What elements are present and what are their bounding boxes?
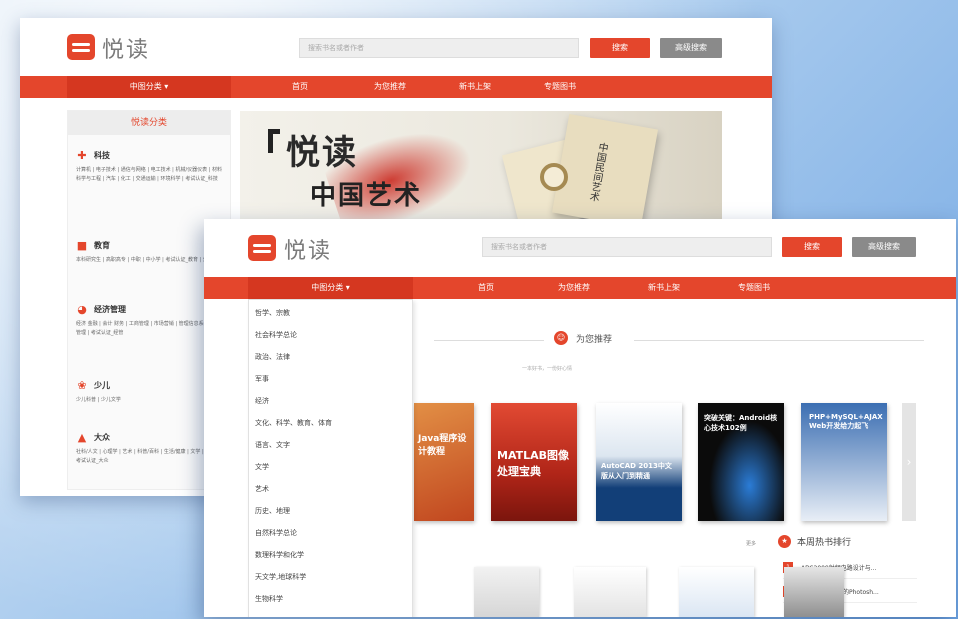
dropdown-item[interactable]: 历史、地理 [255, 502, 290, 520]
flower-icon: ❀ [77, 379, 87, 392]
nav-recommend[interactable]: 为您推荐 [539, 277, 609, 299]
search-button[interactable]: 搜索 [590, 38, 650, 58]
nav-new-books[interactable]: 新书上架 [629, 277, 699, 299]
book-cover[interactable]: PHP+MySQL+AJAX Web开发给力起飞 [801, 403, 887, 521]
book-cover[interactable] [784, 567, 844, 617]
book-icon: ■ [76, 239, 88, 252]
search-input[interactable]: 搜索书名或者作者 [299, 38, 579, 58]
thumb-icon: ☺ [554, 331, 568, 345]
book-cover[interactable] [474, 567, 539, 617]
fire-icon: ★ [778, 535, 791, 548]
divider-left [434, 340, 544, 341]
banner-title: 悦读 [286, 133, 358, 173]
dropdown-item[interactable]: 数理科学和化学 [255, 546, 304, 564]
front-window: 悦读 搜索书名或者作者 搜索 高级搜索 中图分类 ▾ 首页 为您推荐 新书上架 … [204, 219, 956, 617]
search-input[interactable]: 搜索书名或者作者 [482, 237, 772, 257]
hot-books-heading: ★ 本周热书排行 [778, 535, 851, 548]
dropdown-item[interactable]: 文学 [255, 458, 269, 476]
sidebar-title: 悦读分类 [68, 111, 230, 135]
category-education[interactable]: ■ 教育 本科研究生 | 高职高专 | 中职 | 中小学 | 考试认证_教育 | … [76, 239, 224, 265]
dropdown-item[interactable]: 文化、科学、教育、体育 [255, 414, 332, 432]
nav-bar: 中图分类 ▾ 首页 为您推荐 新书上架 专题图书 [204, 277, 956, 299]
logo-icon[interactable] [248, 235, 276, 261]
plus-icon: ✚ [77, 149, 87, 162]
dropdown-item[interactable]: 军事 [255, 370, 269, 388]
nav-new-books[interactable]: 新书上架 [440, 76, 510, 98]
nav-topics[interactable]: 专题图书 [719, 277, 789, 299]
dropdown-item[interactable]: 生物科学 [255, 590, 283, 608]
nav-bar: 中图分类 ▾ 首页 为您推荐 新书上架 专题图书 [20, 76, 772, 98]
book-cover[interactable]: 突破关键：Android核心技术102例 [698, 403, 784, 521]
bracket-mark [268, 129, 280, 153]
header: 悦读 搜索书名或者作者 搜索 高级搜索 [20, 18, 772, 76]
dropdown-item[interactable]: 经济 [255, 392, 269, 410]
category-economics[interactable]: ◕ 经济管理 经济 金融 | 会计 财务 | 工商管理 | 市场营销 | 管理信息… [76, 303, 224, 338]
banner-book-title: 中国民间艺术 [586, 141, 608, 203]
dropdown-item[interactable]: 艺术 [255, 480, 269, 498]
nav-topics[interactable]: 专题图书 [525, 76, 595, 98]
more-link[interactable]: 更多 [746, 540, 756, 547]
dropdown-item[interactable]: 天文学,地球科学 [255, 568, 306, 586]
book-cover[interactable] [574, 567, 646, 617]
dropdown-item[interactable]: 社会科学总论 [255, 326, 297, 344]
carousel-next-button[interactable]: › [902, 403, 916, 521]
divider-right [634, 340, 924, 341]
banner-subtitle: 中国艺术 [310, 181, 423, 211]
nav-home[interactable]: 首页 [270, 76, 330, 98]
category-popular[interactable]: ▲ 大众 社科/人文 | 心理学 | 艺术 | 科普/百科 | 生活/健康 | 文… [76, 431, 224, 466]
nav-category[interactable]: 中图分类 ▾ [67, 76, 231, 98]
advanced-search-button[interactable]: 高级搜索 [660, 38, 722, 58]
nav-home[interactable]: 首页 [456, 277, 516, 299]
hero-banner[interactable]: 悦读 中国艺术 中国民间艺术 [240, 111, 722, 231]
advanced-search-button[interactable]: 高级搜索 [852, 237, 916, 257]
dropdown-item[interactable]: 语言、文字 [255, 436, 290, 454]
logo-icon[interactable] [67, 34, 95, 60]
dropdown-item[interactable]: 自然科学总论 [255, 524, 297, 542]
logo-text[interactable]: 悦读 [284, 233, 332, 265]
dropdown-item[interactable]: 政治、法律 [255, 348, 290, 366]
recommend-heading: ☺ 为您推荐 [554, 331, 612, 345]
category-tech[interactable]: ✚ 科技 计算机 | 电子技术 | 通信与网络 | 电工技术 | 机械/仪器仪表 … [76, 149, 224, 184]
book-cover[interactable]: MATLAB图像处理宝典 [491, 403, 577, 521]
seal-icon [540, 163, 568, 191]
recommend-subtitle: 一本好书，一份好心情 [522, 366, 573, 372]
pie-icon: ◕ [77, 303, 87, 316]
category-dropdown: 哲学、宗教 社会科学总论 政治、法律 军事 经济 文化、科学、教育、体育 语言、… [248, 299, 413, 617]
nav-category[interactable]: 中图分类 ▾ [248, 277, 413, 299]
nav-recommend[interactable]: 为您推荐 [355, 76, 425, 98]
book-cover[interactable] [679, 567, 754, 617]
book-cover[interactable]: Java程序设计教程 [414, 403, 474, 521]
logo-text[interactable]: 悦读 [102, 32, 150, 64]
mountain-icon: ▲ [77, 431, 87, 444]
category-children[interactable]: ❀ 少儿 少儿科普 | 少儿文学 [76, 379, 224, 405]
search-button[interactable]: 搜索 [782, 237, 842, 257]
dropdown-item[interactable]: 哲学、宗教 [255, 304, 290, 322]
book-cover[interactable]: AutoCAD 2013中文版从入门到精通 [596, 403, 682, 521]
banner-book-cover: 中国民间艺术 [552, 113, 658, 229]
header: 悦读 搜索书名或者作者 搜索 高级搜索 [204, 219, 956, 277]
